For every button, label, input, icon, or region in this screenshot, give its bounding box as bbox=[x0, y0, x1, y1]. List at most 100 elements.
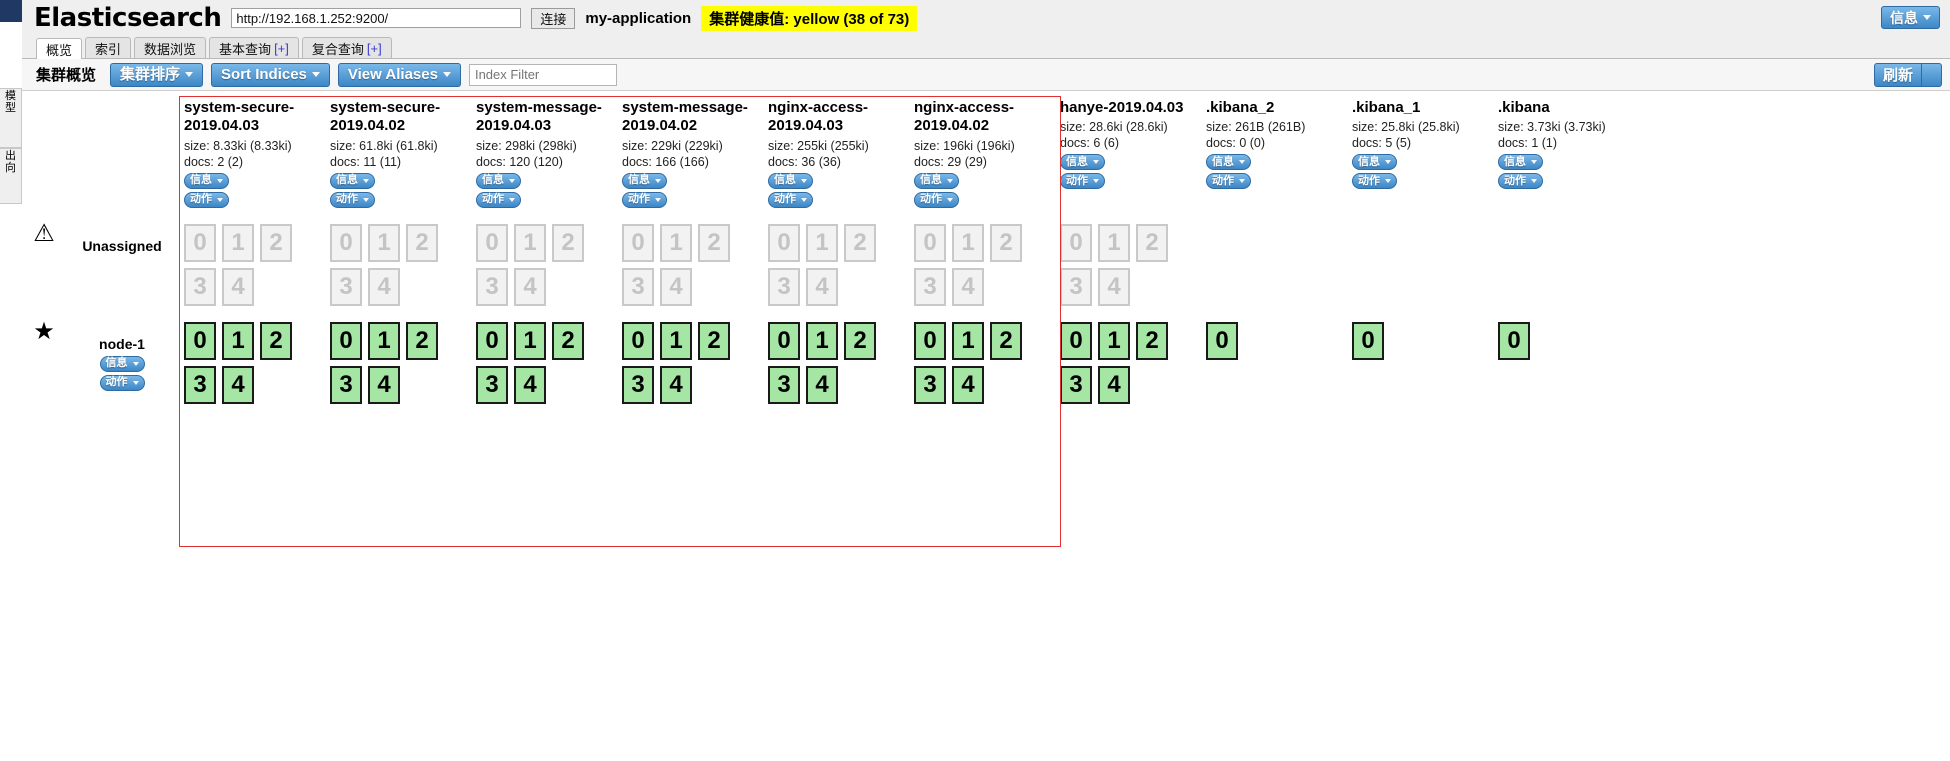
shard[interactable]: 4 bbox=[514, 267, 546, 306]
shard[interactable]: 1 bbox=[1098, 321, 1130, 360]
shard[interactable]: 3 bbox=[184, 365, 216, 404]
tab-3[interactable]: 基本查询 [+] bbox=[209, 37, 299, 58]
shard[interactable]: 4 bbox=[222, 267, 254, 306]
shard[interactable]: 2 bbox=[406, 321, 438, 360]
connect-button[interactable]: 连接 bbox=[531, 7, 576, 29]
cluster-host-input[interactable] bbox=[231, 8, 522, 28]
shard[interactable]: 3 bbox=[1060, 267, 1092, 306]
shard[interactable]: 2 bbox=[844, 321, 876, 360]
shard[interactable]: 0 bbox=[1206, 321, 1238, 360]
index-action-button[interactable]: 动作 bbox=[768, 191, 813, 208]
left-strip-chip-model[interactable]: 模型 bbox=[0, 88, 22, 196]
index-action-button[interactable]: 动作 bbox=[330, 191, 375, 208]
tab-1[interactable]: 索引 bbox=[85, 37, 132, 58]
shard[interactable]: 4 bbox=[1098, 267, 1130, 306]
shard[interactable]: 3 bbox=[622, 267, 654, 306]
tab-2[interactable]: 数据浏览 bbox=[134, 37, 207, 58]
index-info-button[interactable]: 信息 bbox=[330, 172, 375, 189]
shard[interactable]: 0 bbox=[768, 321, 800, 360]
shard[interactable]: 1 bbox=[222, 223, 254, 262]
node-info-button[interactable]: 信息 bbox=[99, 355, 145, 372]
index-info-button[interactable]: 信息 bbox=[1060, 154, 1105, 171]
header-info-button[interactable]: 信息 bbox=[1881, 6, 1940, 29]
shard[interactable]: 4 bbox=[368, 267, 400, 306]
view-aliases-button[interactable]: View Aliases bbox=[337, 62, 461, 87]
shard[interactable]: 2 bbox=[406, 223, 438, 262]
index-action-button[interactable]: 动作 bbox=[476, 191, 521, 208]
shard[interactable]: 0 bbox=[1352, 321, 1384, 360]
shard[interactable]: 1 bbox=[660, 321, 692, 360]
shard[interactable]: 0 bbox=[330, 223, 362, 262]
shard[interactable]: 4 bbox=[806, 365, 838, 404]
shard[interactable]: 1 bbox=[514, 321, 546, 360]
shard[interactable]: 1 bbox=[806, 321, 838, 360]
shard[interactable]: 0 bbox=[476, 321, 508, 360]
shard[interactable]: 1 bbox=[806, 223, 838, 262]
index-action-button[interactable]: 动作 bbox=[1206, 173, 1251, 190]
left-strip-chip-export[interactable]: 出向 bbox=[0, 148, 22, 204]
tab-0[interactable]: 概览 bbox=[36, 38, 83, 59]
index-action-button[interactable]: 动作 bbox=[622, 191, 667, 208]
cluster-overview-scroll[interactable]: system-secure-2019.04.03 size: 8.33ki (8.… bbox=[22, 91, 1950, 761]
shard[interactable]: 4 bbox=[952, 267, 984, 306]
shard[interactable]: 4 bbox=[660, 267, 692, 306]
shard[interactable]: 4 bbox=[222, 365, 254, 404]
shard[interactable]: 0 bbox=[1498, 321, 1530, 360]
shard[interactable]: 0 bbox=[914, 321, 946, 360]
shard[interactable]: 4 bbox=[806, 267, 838, 306]
shard[interactable]: 3 bbox=[1060, 365, 1092, 404]
shard[interactable]: 3 bbox=[184, 267, 216, 306]
shard[interactable]: 2 bbox=[844, 223, 876, 262]
shard[interactable]: 1 bbox=[514, 223, 546, 262]
shard[interactable]: 4 bbox=[1098, 365, 1130, 404]
shard[interactable]: 2 bbox=[1136, 223, 1168, 262]
shard[interactable]: 2 bbox=[260, 223, 292, 262]
index-info-button[interactable]: 信息 bbox=[1352, 154, 1397, 171]
index-action-button[interactable]: 动作 bbox=[1060, 173, 1105, 190]
shard[interactable]: 0 bbox=[476, 223, 508, 262]
shard[interactable]: 1 bbox=[660, 223, 692, 262]
tab-expand-icon[interactable]: [+] bbox=[274, 41, 289, 56]
shard[interactable]: 0 bbox=[1060, 321, 1092, 360]
shard[interactable]: 1 bbox=[1098, 223, 1130, 262]
index-info-button[interactable]: 信息 bbox=[768, 172, 813, 189]
index-filter-input[interactable] bbox=[468, 63, 617, 86]
shard[interactable]: 2 bbox=[552, 223, 584, 262]
index-info-button[interactable]: 信息 bbox=[184, 172, 229, 189]
shard[interactable]: 3 bbox=[914, 267, 946, 306]
tab-4[interactable]: 复合查询 [+] bbox=[301, 37, 392, 58]
index-info-button[interactable]: 信息 bbox=[1206, 154, 1251, 171]
shard[interactable]: 0 bbox=[914, 223, 946, 262]
shard[interactable]: 2 bbox=[698, 321, 730, 360]
shard[interactable]: 2 bbox=[1136, 321, 1168, 360]
sort-cluster-button[interactable]: 集群排序 bbox=[110, 62, 204, 87]
shard[interactable]: 4 bbox=[514, 365, 546, 404]
shard[interactable]: 1 bbox=[952, 321, 984, 360]
index-info-button[interactable]: 信息 bbox=[1498, 154, 1543, 171]
sort-indices-button[interactable]: Sort Indices bbox=[211, 62, 330, 87]
shard[interactable]: 1 bbox=[368, 321, 400, 360]
refresh-dropdown-button[interactable] bbox=[1922, 62, 1942, 87]
shard[interactable]: 1 bbox=[368, 223, 400, 262]
shard[interactable]: 0 bbox=[1060, 223, 1092, 262]
shard[interactable]: 0 bbox=[768, 223, 800, 262]
index-info-button[interactable]: 信息 bbox=[476, 172, 521, 189]
shard[interactable]: 3 bbox=[476, 267, 508, 306]
shard[interactable]: 0 bbox=[330, 321, 362, 360]
node-action-button[interactable]: 动作 bbox=[99, 374, 145, 391]
shard[interactable]: 1 bbox=[222, 321, 254, 360]
shard[interactable]: 3 bbox=[768, 267, 800, 306]
shard[interactable]: 0 bbox=[622, 223, 654, 262]
shard[interactable]: 1 bbox=[952, 223, 984, 262]
index-info-button[interactable]: 信息 bbox=[622, 172, 667, 189]
index-action-button[interactable]: 动作 bbox=[1352, 173, 1397, 190]
shard[interactable]: 2 bbox=[260, 321, 292, 360]
shard[interactable]: 3 bbox=[768, 365, 800, 404]
index-action-button[interactable]: 动作 bbox=[184, 191, 229, 208]
shard[interactable]: 3 bbox=[330, 365, 362, 404]
shard[interactable]: 3 bbox=[476, 365, 508, 404]
shard[interactable]: 3 bbox=[330, 267, 362, 306]
shard[interactable]: 2 bbox=[698, 223, 730, 262]
shard[interactable]: 3 bbox=[914, 365, 946, 404]
shard[interactable]: 4 bbox=[952, 365, 984, 404]
